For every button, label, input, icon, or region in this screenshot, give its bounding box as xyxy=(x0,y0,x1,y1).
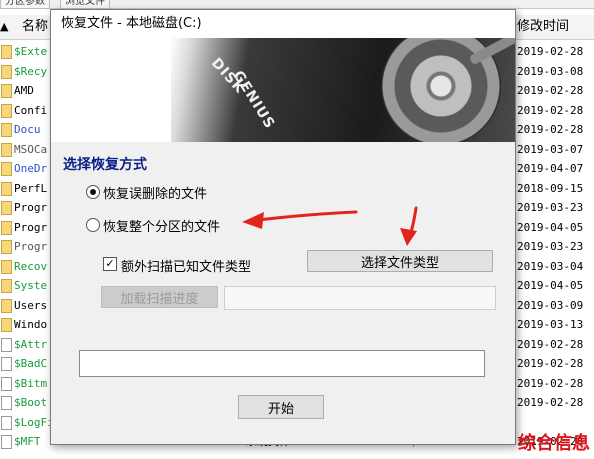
file-name: Confi xyxy=(14,103,48,117)
folder-icon xyxy=(1,298,12,313)
folder-icon xyxy=(1,84,12,98)
background-tab-strip: 分区参数 浏览文件 xyxy=(0,0,594,9)
file-icon xyxy=(1,415,12,430)
file-modified: 2019-04-07 xyxy=(517,162,584,175)
file-name: PerfL xyxy=(14,181,48,195)
file-name: $Bitm xyxy=(14,376,48,390)
file-modified: 2019-02-28 xyxy=(517,396,584,409)
tab-partition-params[interactable]: 分区参数 xyxy=(0,0,50,9)
folder-icon xyxy=(1,123,12,137)
status-field xyxy=(79,350,485,377)
radio-recover-deleted-label[interactable]: 恢复误删除的文件 xyxy=(103,183,207,202)
file-name: Progr xyxy=(14,201,48,214)
column-modified-header[interactable]: 修改时间 xyxy=(517,19,569,35)
file-name: Progr xyxy=(14,220,48,234)
file-name: $BadC xyxy=(14,357,48,370)
file-icon xyxy=(1,435,12,449)
file-name: Users xyxy=(14,298,48,312)
file-modified: 2019-03-04 xyxy=(517,259,584,273)
watermark: 综合信息 xyxy=(518,433,590,454)
file-modified: 2019-03-13 xyxy=(517,318,584,331)
file-name: $Exte xyxy=(14,45,48,58)
extra-scan-label[interactable]: 额外扫描已知文件类型 xyxy=(121,256,251,275)
folder-icon xyxy=(1,259,12,274)
extra-scan-checkbox[interactable]: ✓ xyxy=(103,257,117,271)
file-modified: 2018-09-15 xyxy=(517,181,584,195)
dialog-title: 恢复文件 - 本地磁盘(C:) xyxy=(61,16,202,31)
file-modified: 2019-02-28 xyxy=(517,376,584,390)
file-name: MSOCa xyxy=(14,142,48,156)
file-name: $Boot xyxy=(14,396,48,409)
file-icon xyxy=(1,357,12,371)
file-modified: 2019-02-28 xyxy=(517,123,584,136)
file-modified: 2019-03-23 xyxy=(517,201,584,214)
select-file-types-button[interactable]: 选择文件类型 xyxy=(307,250,493,272)
file-modified: 2019-02-28 xyxy=(517,84,584,97)
folder-icon xyxy=(1,142,12,157)
dialog-titlebar[interactable]: 恢复文件 - 本地磁盘(C:) xyxy=(51,10,515,38)
file-icon xyxy=(1,396,12,410)
start-button[interactable]: 开始 xyxy=(238,395,324,419)
banner-background xyxy=(171,38,515,142)
folder-icon xyxy=(1,45,12,59)
file-icon xyxy=(1,337,12,352)
file-modified: 2019-02-28 xyxy=(517,337,584,351)
folder-icon xyxy=(1,201,12,215)
folder-icon xyxy=(1,318,12,332)
file-name: AMD xyxy=(14,84,34,97)
recover-files-dialog: 恢复文件 - 本地磁盘(C:) DISK GENIUS 选择恢复方式 恢复误删除… xyxy=(50,9,516,445)
folder-icon xyxy=(1,162,12,176)
folder-icon xyxy=(1,220,12,235)
file-modified: 2019-03-23 xyxy=(517,240,584,253)
folder-icon xyxy=(1,103,12,118)
file-name: OneDr xyxy=(14,162,48,175)
section-title: 选择恢复方式 xyxy=(63,157,147,173)
radio-recover-deleted[interactable] xyxy=(86,185,100,199)
file-name: Progr xyxy=(14,240,48,253)
file-modified: 2019-02-28 xyxy=(517,357,584,370)
folder-icon xyxy=(1,240,12,254)
file-modified: 2019-02-28 xyxy=(517,103,584,117)
file-modified: 2019-04-05 xyxy=(517,220,584,234)
folder-icon xyxy=(1,64,12,79)
folder-icon xyxy=(1,181,12,196)
file-icon xyxy=(1,376,12,391)
load-scan-progress-button[interactable]: 加载扫描进度 xyxy=(101,286,218,308)
folder-icon xyxy=(1,279,12,293)
file-name: $Recy xyxy=(14,64,48,78)
sort-up-icon[interactable]: ▲ xyxy=(0,19,8,35)
file-name: Windo xyxy=(14,318,48,331)
file-name: $Attr xyxy=(14,337,48,351)
file-modified: 2019-03-07 xyxy=(517,142,584,156)
file-name: Recov xyxy=(14,259,48,273)
radio-recover-partition-label[interactable]: 恢复整个分区的文件 xyxy=(103,216,220,235)
file-modified: 2019-03-08 xyxy=(517,64,584,78)
file-modified: 2019-04-05 xyxy=(517,279,584,292)
diskgenius-banner: DISK GENIUS xyxy=(51,38,515,142)
tab-browse-files[interactable]: 浏览文件 xyxy=(60,0,110,9)
radio-recover-partition[interactable] xyxy=(86,218,100,232)
column-name-header[interactable]: 名称 xyxy=(22,19,48,35)
file-name: $MFT xyxy=(14,435,41,448)
file-name: Docu xyxy=(14,123,41,136)
scan-progress-path-field[interactable] xyxy=(224,286,496,310)
file-name: Syste xyxy=(14,279,48,292)
file-modified: 2019-03-09 xyxy=(517,298,584,312)
file-modified: 2019-02-28 xyxy=(517,45,584,58)
